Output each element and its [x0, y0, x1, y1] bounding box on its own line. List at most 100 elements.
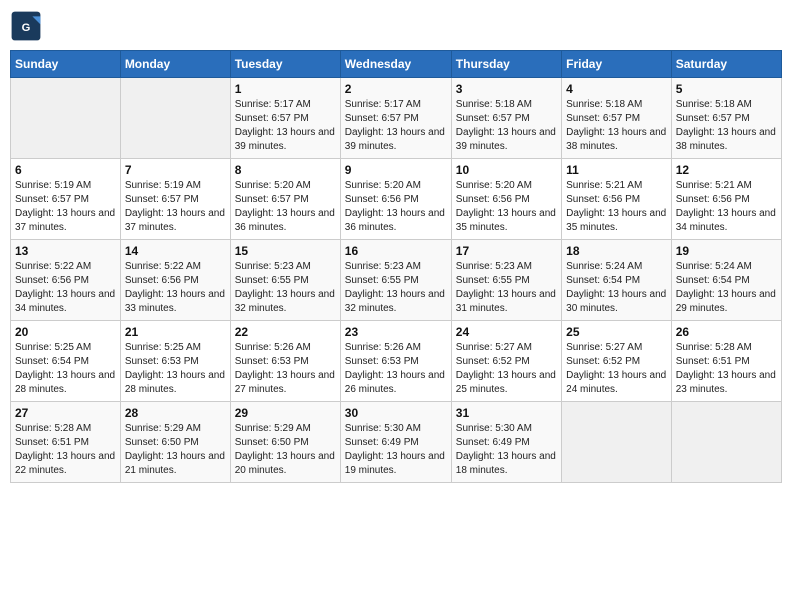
- day-number: 10: [456, 163, 557, 177]
- day-info: Sunrise: 5:25 AMSunset: 6:53 PMDaylight:…: [125, 341, 226, 397]
- day-number: 5: [676, 82, 777, 96]
- day-cell: 18Sunrise: 5:24 AMSunset: 6:54 PMDayligh…: [562, 240, 672, 321]
- day-number: 13: [15, 244, 116, 258]
- day-cell: 11Sunrise: 5:21 AMSunset: 6:56 PMDayligh…: [562, 159, 672, 240]
- day-number: 31: [456, 406, 557, 420]
- day-cell: 26 Sunrise: 5:28 AMSunset: 6:51 PMDayligh…: [671, 321, 781, 402]
- calendar-header-row: SundayMondayTuesdayWednesdayThursdayFrid…: [11, 51, 782, 78]
- day-number: 16: [345, 244, 447, 258]
- day-number: 8: [235, 163, 336, 177]
- day-number: 19: [676, 244, 777, 258]
- day-info: Sunrise: 5:29 AMSunset: 6:50 PMDaylight:…: [125, 422, 226, 478]
- day-number: 6: [15, 163, 116, 177]
- day-cell: 5 Sunrise: 5:18 AMSunset: 6:57 PMDaylight…: [671, 78, 781, 159]
- day-cell: [120, 78, 230, 159]
- day-info: Sunrise: 5:20 AMSunset: 6:56 PMDaylight:…: [345, 179, 447, 235]
- week-row-5: 27 Sunrise: 5:28 AMSunset: 6:51 PMDayligh…: [11, 402, 782, 483]
- svg-text:G: G: [22, 22, 31, 34]
- day-cell: 31 Sunrise: 5:30 AMSunset: 6:49 PMDayligh…: [451, 402, 561, 483]
- day-cell: 9 Sunrise: 5:20 AMSunset: 6:56 PMDaylight…: [340, 159, 451, 240]
- day-info: Sunrise: 5:18 AMSunset: 6:57 PMDaylight:…: [456, 98, 557, 154]
- logo-icon: G: [10, 10, 42, 42]
- day-cell: 4 Sunrise: 5:18 AMSunset: 6:57 PMDaylight…: [562, 78, 672, 159]
- day-number: 25: [566, 325, 667, 339]
- day-number: 29: [235, 406, 336, 420]
- day-info: Sunrise: 5:20 AMSunset: 6:56 PMDaylight:…: [456, 179, 557, 235]
- week-row-3: 13 Sunrise: 5:22 AMSunset: 6:56 PMDayligh…: [11, 240, 782, 321]
- day-number: 24: [456, 325, 557, 339]
- day-number: 18: [566, 244, 667, 258]
- day-info: Sunrise: 5:17 AMSunset: 6:57 PMDaylight:…: [345, 98, 447, 154]
- day-info: Sunrise: 5:28 AMSunset: 6:51 PMDaylight:…: [676, 341, 777, 397]
- day-number: 12: [676, 163, 777, 177]
- day-cell: 10 Sunrise: 5:20 AMSunset: 6:56 PMDayligh…: [451, 159, 561, 240]
- day-number: 27: [15, 406, 116, 420]
- day-number: 2: [345, 82, 447, 96]
- day-number: 9: [345, 163, 447, 177]
- day-info: Sunrise: 5:27 AMSunset: 6:52 PMDaylight:…: [566, 341, 667, 397]
- column-header-wednesday: Wednesday: [340, 51, 451, 78]
- day-number: 7: [125, 163, 226, 177]
- day-number: 26: [676, 325, 777, 339]
- day-info: Sunrise: 5:29 AMSunset: 6:50 PMDaylight:…: [235, 422, 336, 478]
- day-info: Sunrise: 5:19 AMSunset: 6:57 PMDaylight:…: [15, 179, 116, 235]
- day-number: 4: [566, 82, 667, 96]
- day-info: Sunrise: 5:25 AMSunset: 6:54 PMDaylight:…: [15, 341, 116, 397]
- day-cell: 13 Sunrise: 5:22 AMSunset: 6:56 PMDayligh…: [11, 240, 121, 321]
- week-row-2: 6 Sunrise: 5:19 AMSunset: 6:57 PMDaylight…: [11, 159, 782, 240]
- day-cell: [11, 78, 121, 159]
- day-info: Sunrise: 5:23 AMSunset: 6:55 PMDaylight:…: [456, 260, 557, 316]
- column-header-saturday: Saturday: [671, 51, 781, 78]
- week-row-1: 1 Sunrise: 5:17 AMSunset: 6:57 PMDaylight…: [11, 78, 782, 159]
- day-info: Sunrise: 5:26 AMSunset: 6:53 PMDaylight:…: [345, 341, 447, 397]
- day-info: Sunrise: 5:23 AMSunset: 6:55 PMDaylight:…: [235, 260, 336, 316]
- day-number: 17: [456, 244, 557, 258]
- day-info: Sunrise: 5:17 AMSunset: 6:57 PMDaylight:…: [235, 98, 336, 154]
- day-info: Sunrise: 5:27 AMSunset: 6:52 PMDaylight:…: [456, 341, 557, 397]
- day-cell: 21 Sunrise: 5:25 AMSunset: 6:53 PMDayligh…: [120, 321, 230, 402]
- day-cell: 19 Sunrise: 5:24 AMSunset: 6:54 PMDayligh…: [671, 240, 781, 321]
- day-cell: 23Sunrise: 5:26 AMSunset: 6:53 PMDayligh…: [340, 321, 451, 402]
- day-info: Sunrise: 5:18 AMSunset: 6:57 PMDaylight:…: [566, 98, 667, 154]
- day-info: Sunrise: 5:26 AMSunset: 6:53 PMDaylight:…: [235, 341, 336, 397]
- day-info: Sunrise: 5:21 AMSunset: 6:56 PMDaylight:…: [676, 179, 777, 235]
- day-number: 3: [456, 82, 557, 96]
- day-cell: 29 Sunrise: 5:29 AMSunset: 6:50 PMDayligh…: [230, 402, 340, 483]
- day-info: Sunrise: 5:28 AMSunset: 6:51 PMDaylight:…: [15, 422, 116, 478]
- day-number: 11: [566, 163, 667, 177]
- day-number: 14: [125, 244, 226, 258]
- day-number: 21: [125, 325, 226, 339]
- day-cell: 30 Sunrise: 5:30 AMSunset: 6:49 PMDayligh…: [340, 402, 451, 483]
- day-cell: 27 Sunrise: 5:28 AMSunset: 6:51 PMDayligh…: [11, 402, 121, 483]
- day-cell: 14Sunrise: 5:22 AMSunset: 6:56 PMDayligh…: [120, 240, 230, 321]
- day-cell: 15 Sunrise: 5:23 AMSunset: 6:55 PMDayligh…: [230, 240, 340, 321]
- day-info: Sunrise: 5:19 AMSunset: 6:57 PMDaylight:…: [125, 179, 226, 235]
- day-cell: 20Sunrise: 5:25 AMSunset: 6:54 PMDayligh…: [11, 321, 121, 402]
- day-cell: 6 Sunrise: 5:19 AMSunset: 6:57 PMDaylight…: [11, 159, 121, 240]
- day-cell: 1 Sunrise: 5:17 AMSunset: 6:57 PMDaylight…: [230, 78, 340, 159]
- day-number: 30: [345, 406, 447, 420]
- day-info: Sunrise: 5:18 AMSunset: 6:57 PMDaylight:…: [676, 98, 777, 154]
- day-number: 1: [235, 82, 336, 96]
- day-cell: 25 Sunrise: 5:27 AMSunset: 6:52 PMDayligh…: [562, 321, 672, 402]
- day-cell: 12 Sunrise: 5:21 AMSunset: 6:56 PMDayligh…: [671, 159, 781, 240]
- day-info: Sunrise: 5:23 AMSunset: 6:55 PMDaylight:…: [345, 260, 447, 316]
- logo: G: [10, 10, 46, 42]
- day-cell: 7 Sunrise: 5:19 AMSunset: 6:57 PMDaylight…: [120, 159, 230, 240]
- day-cell: 2 Sunrise: 5:17 AMSunset: 6:57 PMDaylight…: [340, 78, 451, 159]
- day-info: Sunrise: 5:24 AMSunset: 6:54 PMDaylight:…: [676, 260, 777, 316]
- day-info: Sunrise: 5:30 AMSunset: 6:49 PMDaylight:…: [345, 422, 447, 478]
- column-header-sunday: Sunday: [11, 51, 121, 78]
- day-number: 22: [235, 325, 336, 339]
- day-info: Sunrise: 5:20 AMSunset: 6:57 PMDaylight:…: [235, 179, 336, 235]
- day-number: 15: [235, 244, 336, 258]
- day-cell: 17 Sunrise: 5:23 AMSunset: 6:55 PMDayligh…: [451, 240, 561, 321]
- week-row-4: 20Sunrise: 5:25 AMSunset: 6:54 PMDayligh…: [11, 321, 782, 402]
- day-cell: 16 Sunrise: 5:23 AMSunset: 6:55 PMDayligh…: [340, 240, 451, 321]
- day-cell: [562, 402, 672, 483]
- day-cell: 28Sunrise: 5:29 AMSunset: 6:50 PMDayligh…: [120, 402, 230, 483]
- day-info: Sunrise: 5:22 AMSunset: 6:56 PMDaylight:…: [15, 260, 116, 316]
- day-cell: 24 Sunrise: 5:27 AMSunset: 6:52 PMDayligh…: [451, 321, 561, 402]
- day-cell: [671, 402, 781, 483]
- day-info: Sunrise: 5:30 AMSunset: 6:49 PMDaylight:…: [456, 422, 557, 478]
